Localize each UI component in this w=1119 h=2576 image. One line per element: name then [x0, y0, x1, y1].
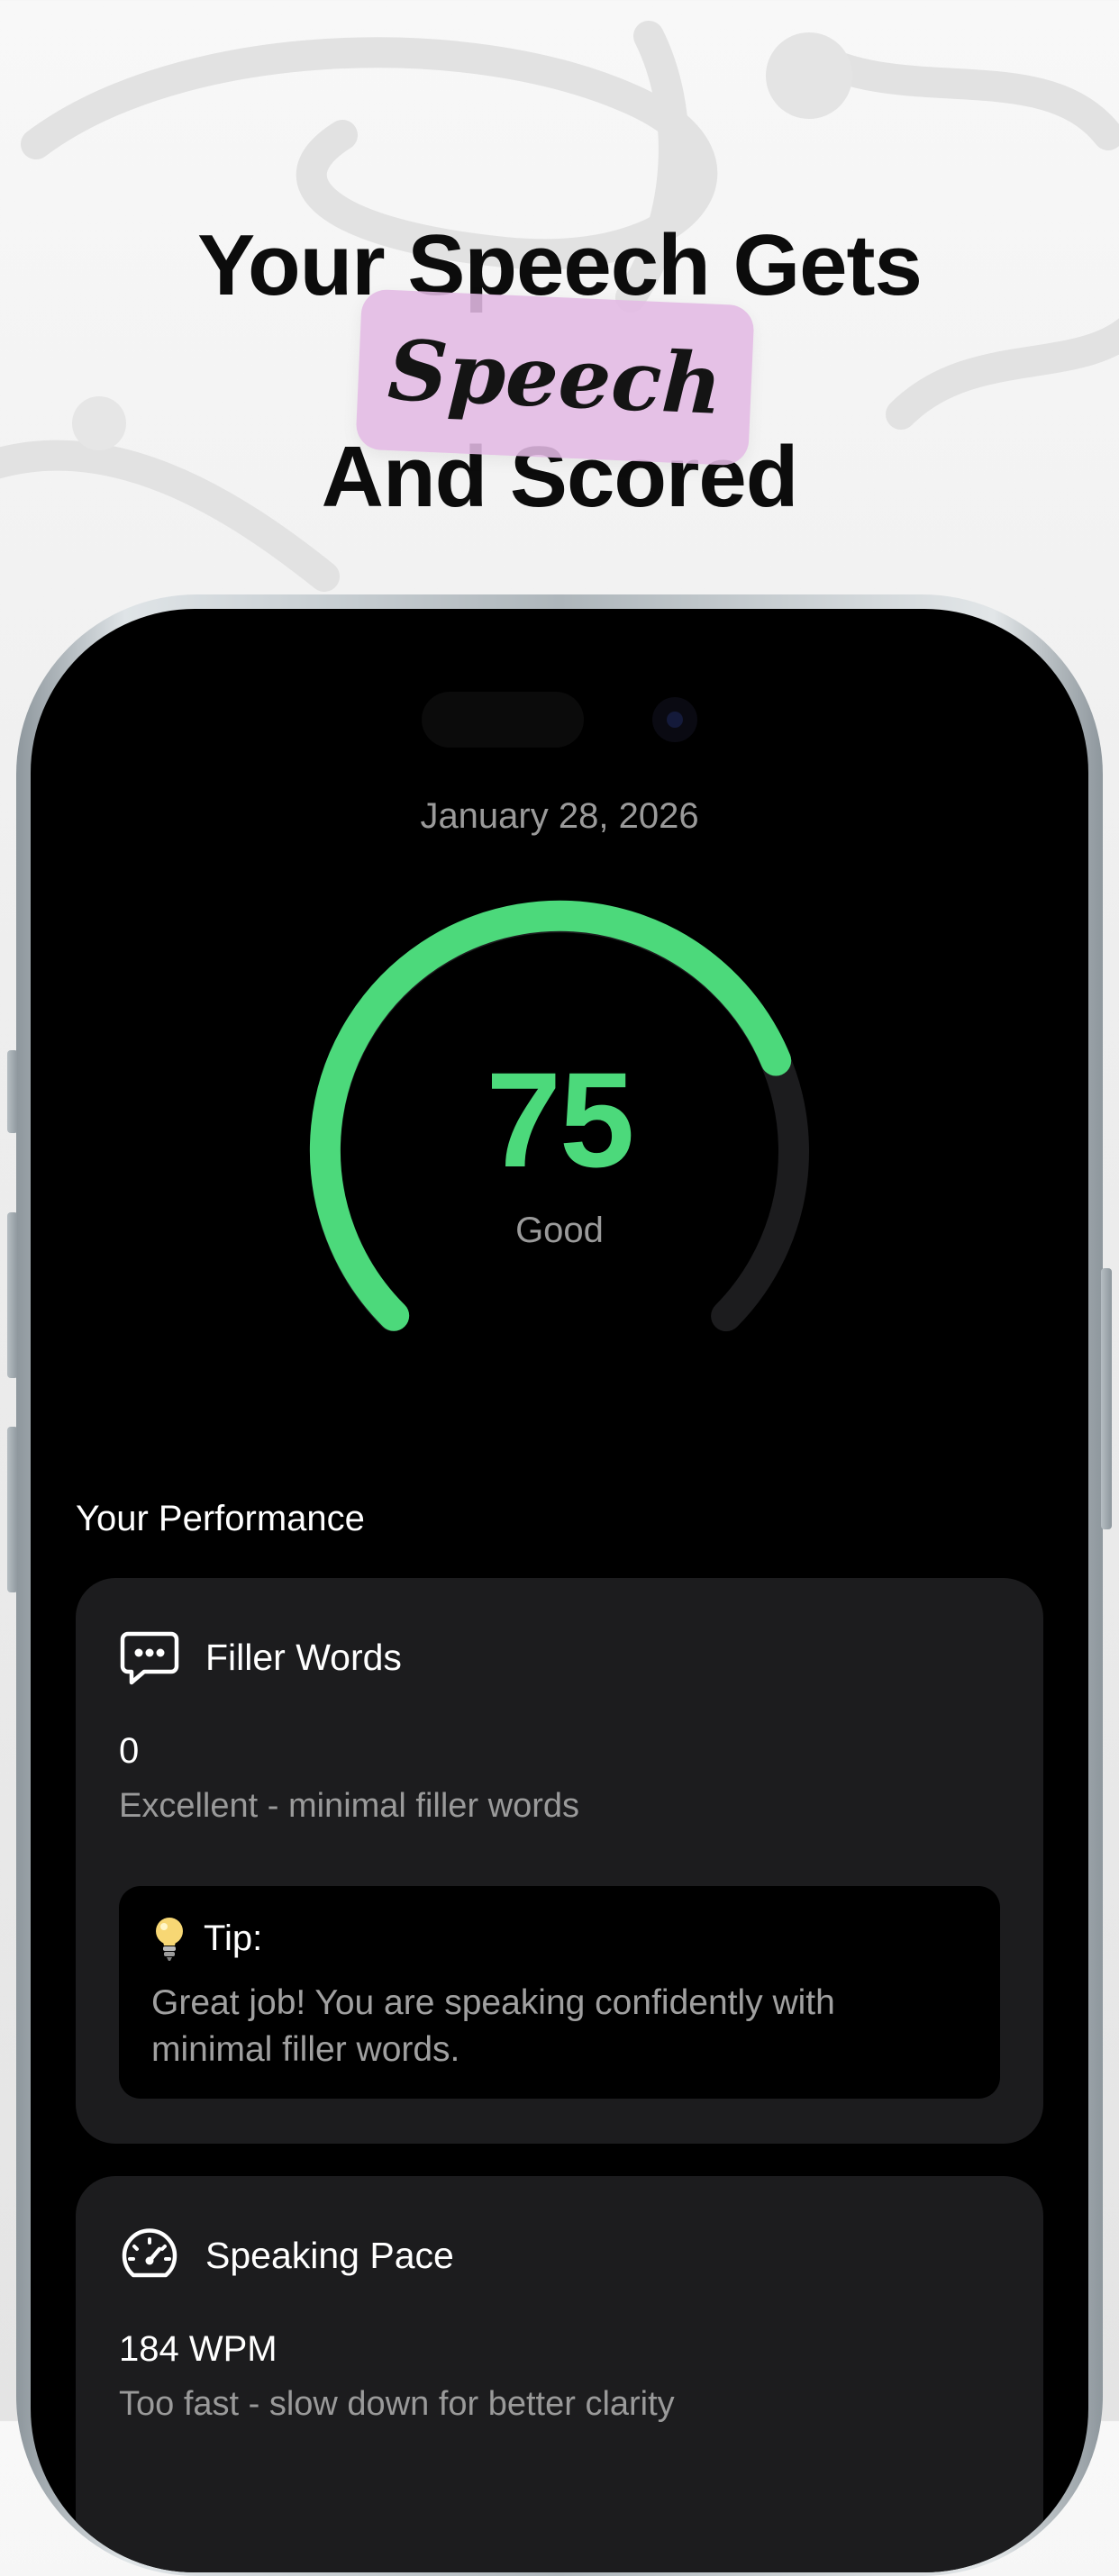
action-button — [7, 1050, 18, 1133]
filler-words-count: 0 — [119, 1731, 140, 1771]
filler-words-title: Filler Words — [205, 1636, 402, 1678]
volume-up-button — [7, 1212, 18, 1378]
tip-label: Tip: — [204, 1918, 263, 1958]
performance-title: Your Performance — [76, 1499, 365, 1538]
lightbulb-icon — [151, 1915, 187, 1962]
filler-words-description: Excellent - minimal filler words — [119, 1787, 580, 1825]
power-button — [1101, 1268, 1112, 1529]
score-value: 75 — [486, 1044, 635, 1195]
sticker-text: Speech — [386, 321, 724, 434]
tip-box: Tip: Great job! You are speaking confide… — [119, 1886, 1000, 2099]
speaking-pace-title: Speaking Pace — [205, 2234, 454, 2276]
speaking-pace-description: Too fast - slow down for better clarity — [119, 2385, 675, 2423]
phone-screen: January 28, 2026 75 Good Your Performanc… — [31, 609, 1088, 2572]
dynamic-island — [422, 692, 584, 748]
speech-sticker: Speech — [355, 288, 755, 467]
filler-words-card[interactable]: Filler Words 0 Excellent - minimal fille… — [76, 1578, 1043, 2144]
speedometer-icon — [119, 2225, 180, 2286]
front-camera — [652, 697, 697, 742]
speaking-pace-value: 184 WPM — [119, 2329, 277, 2369]
volume-down-button — [7, 1427, 18, 1592]
session-date: January 28, 2026 — [420, 796, 699, 836]
tip-text: Great job! You are speaking confidently … — [151, 1983, 835, 2069]
speaking-pace-card[interactable]: Speaking Pace 184 WPM Too fast - slow do… — [76, 2176, 1043, 2572]
chat-bubble-icon — [119, 1627, 180, 1688]
score-rating: Good — [515, 1211, 604, 1250]
